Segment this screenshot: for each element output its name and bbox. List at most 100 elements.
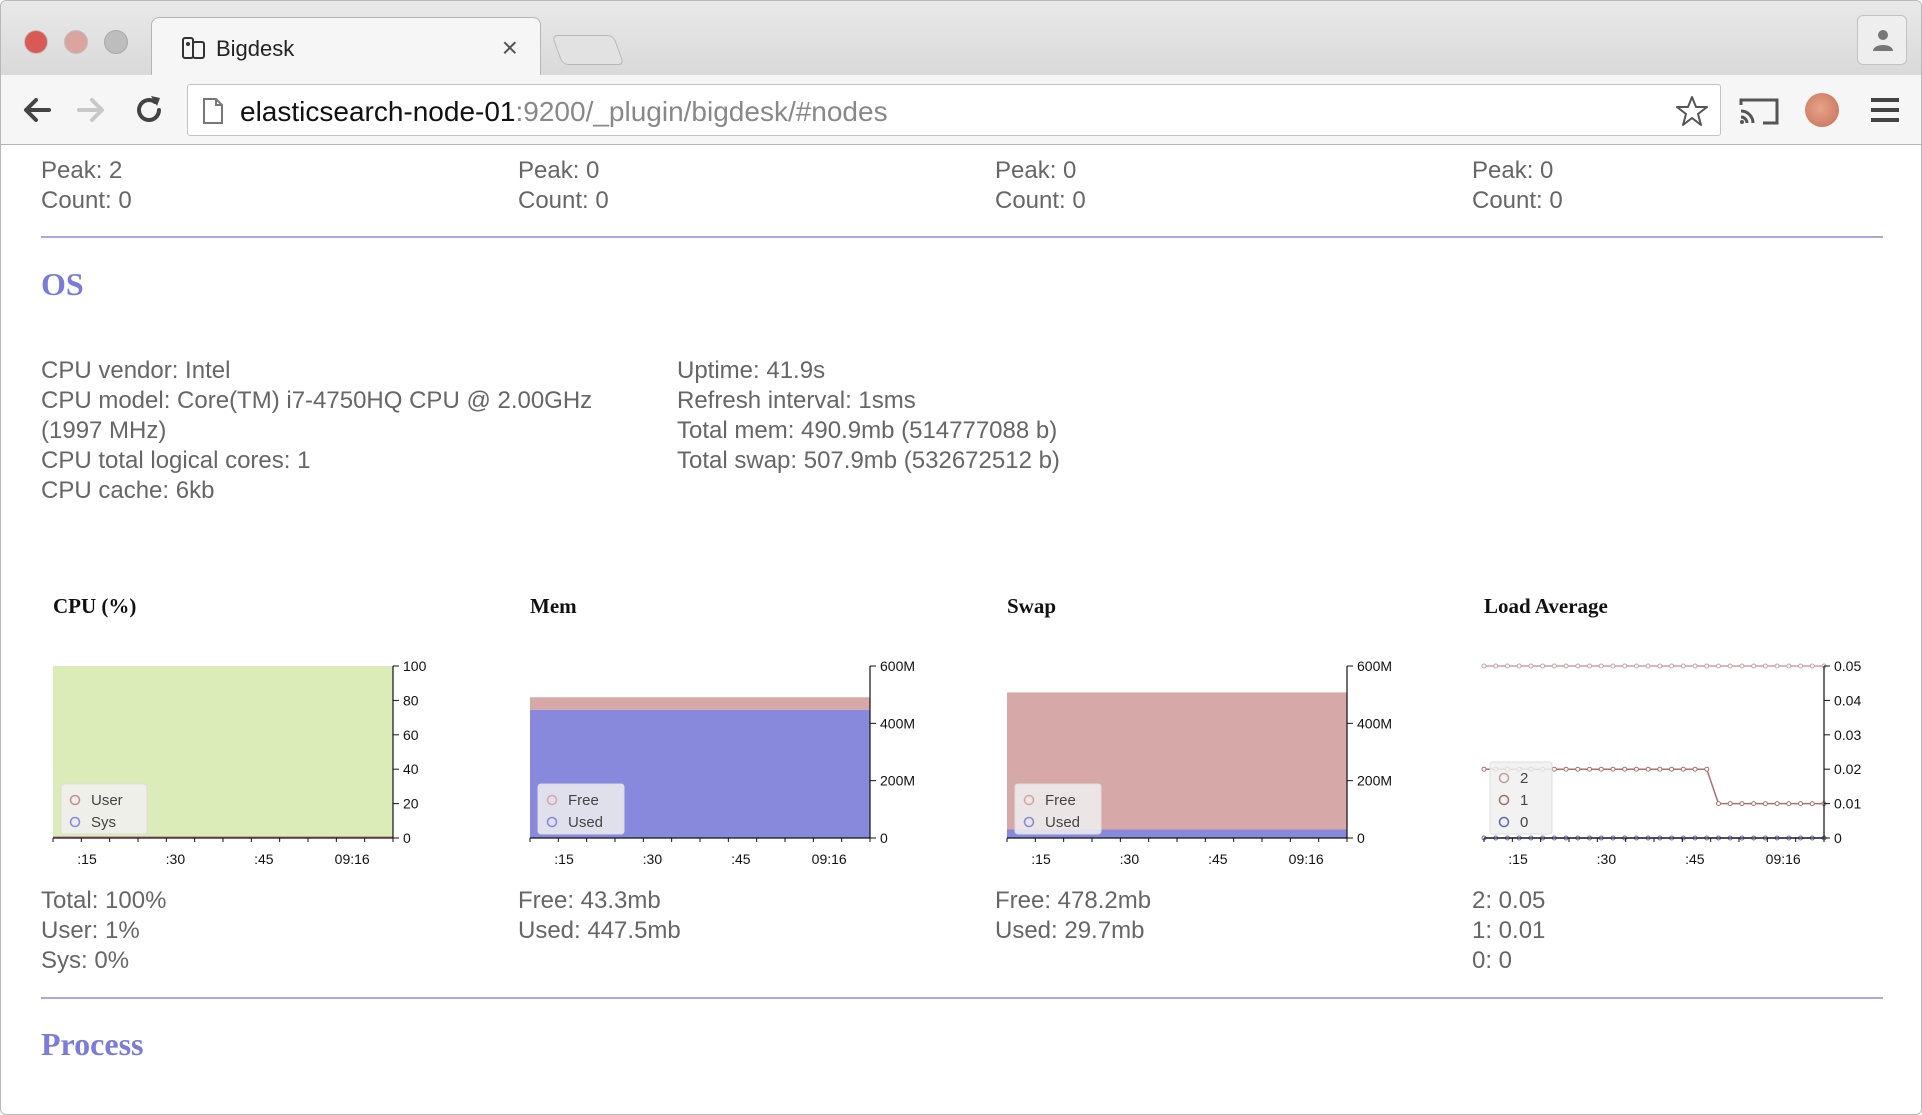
series-1-point — [1798, 801, 1804, 807]
y-tick-label: 600M — [880, 658, 915, 674]
series-2-point — [1633, 663, 1639, 669]
tab-bigdesk[interactable]: Bigdesk × — [151, 17, 541, 75]
reload-icon[interactable] — [131, 92, 167, 128]
legend-label: User — [91, 792, 123, 809]
series-1-point — [1774, 801, 1780, 807]
y-tick-label: 0.04 — [1834, 692, 1861, 708]
y-tick-label: 80 — [403, 692, 419, 708]
stat-line: Total: 100% — [41, 887, 167, 914]
series-2-point — [1786, 663, 1792, 669]
forward-arrow-icon[interactable] — [73, 92, 109, 128]
window-close-button[interactable] — [24, 30, 48, 54]
swap-stats: Free: 478.2mb Used: 29.7mb — [995, 886, 1151, 946]
peak-value: Peak: 0 — [518, 157, 600, 184]
series-1-point — [1704, 766, 1710, 772]
legend-label: Used — [1045, 814, 1080, 831]
series-2-point — [1657, 663, 1663, 669]
mem-chart-svg: 600M 400M 200M 0:15:30:45 09:16 Free Used — [529, 658, 915, 867]
window-maximize-button[interactable] — [104, 30, 128, 54]
series-free-area — [530, 697, 870, 710]
cast-icon[interactable] — [1739, 97, 1779, 125]
x-tick-label: :30 — [643, 851, 663, 867]
cpu-mhz: (1997 MHz) — [41, 417, 167, 444]
legend-label: Free — [568, 792, 599, 809]
url-host: elasticsearch-node-01 — [240, 96, 516, 127]
series-1-point — [1751, 801, 1757, 807]
mem-chart: Mem 600M 400M 200M 0:15:30:45 09:16 Free Used — [518, 594, 948, 867]
series-1-point — [1739, 801, 1745, 807]
y-tick-label: 200M — [880, 773, 915, 789]
bookmark-star-icon[interactable] — [1676, 95, 1708, 127]
series-2-point — [1540, 663, 1546, 669]
y-tick-label: 600M — [1357, 658, 1392, 674]
browser-window: Bigdesk × elasticsearch-node-01:9200/_pl… — [0, 0, 1922, 1115]
profile-button[interactable] — [1857, 15, 1907, 65]
y-tick-label: 0.05 — [1834, 658, 1861, 674]
tab-close-icon[interactable]: × — [502, 32, 518, 64]
threadpool-col-4: Peak: 0 Count: 0 — [1472, 156, 1563, 216]
back-arrow-icon[interactable] — [19, 92, 55, 128]
series-1-point — [1645, 766, 1651, 772]
x-tick-label: :30 — [1597, 851, 1617, 867]
process-section-title: Process — [41, 1026, 144, 1062]
series-2-point — [1739, 663, 1745, 669]
stat-line: Free: 478.2mb — [995, 887, 1152, 914]
series-1-point — [1563, 766, 1569, 772]
cpu-cores: CPU total logical cores: 1 — [41, 447, 311, 474]
series-1-point — [1633, 766, 1639, 772]
series-2-point — [1493, 663, 1499, 669]
load-average-chart-svg: 0.05 0.04 0.03 0.02 0.01 0:15:30:45 09:16 2 1 0 — [1481, 658, 1861, 867]
stat-line: Sys: 0% — [41, 947, 130, 974]
stat-line: User: 1% — [41, 917, 140, 944]
y-tick-label: 0 — [880, 830, 888, 846]
series-1-point — [1551, 766, 1557, 772]
threadpool-col-2: Peak: 0 Count: 0 — [518, 156, 609, 216]
peak-value: Peak: 2 — [41, 157, 123, 184]
series-1-point — [1727, 801, 1733, 807]
uptime: Uptime: 41.9s — [677, 357, 826, 384]
legend-label: Sys — [91, 814, 116, 831]
legend-label: 0 — [1520, 814, 1528, 831]
x-tick-label: 09:16 — [335, 851, 370, 867]
legend-label: Used — [568, 814, 603, 831]
series-2-point — [1809, 663, 1815, 669]
address-bar[interactable]: elasticsearch-node-01:9200/_plugin/bigde… — [187, 84, 1721, 136]
peak-value: Peak: 0 — [995, 157, 1077, 184]
series-1-point — [1692, 766, 1698, 772]
legend-label: 1 — [1520, 792, 1528, 809]
series-1-point — [1622, 766, 1628, 772]
browser-toolbar: elasticsearch-node-01:9200/_plugin/bigde… — [1, 75, 1921, 145]
swap-chart-svg: 600M 400M 200M 0:15:30:45 09:16 Free Used — [1006, 658, 1392, 867]
stat-line: 0: 0 — [1472, 947, 1513, 974]
series-2-point — [1610, 663, 1616, 669]
series-2-point — [1751, 663, 1757, 669]
y-tick-label: 400M — [1357, 715, 1392, 731]
url-text: elasticsearch-node-01:9200/_plugin/bigde… — [240, 96, 888, 128]
tab-strip: Bigdesk × — [1, 1, 1921, 75]
x-tick-label: :45 — [731, 851, 751, 867]
series-2-point — [1680, 663, 1686, 669]
x-tick-label: :30 — [1120, 851, 1140, 867]
series-1-point — [1762, 801, 1768, 807]
series-2-point — [1715, 663, 1721, 669]
x-tick-label: 09:16 — [812, 851, 847, 867]
legend-label: 2 — [1520, 770, 1528, 787]
cpu-vendor: CPU vendor: Intel — [41, 357, 231, 384]
extension-icon[interactable] — [1805, 93, 1839, 127]
new-tab-button[interactable] — [551, 35, 625, 65]
os-section-title: OS — [41, 266, 84, 302]
menu-hamburger-icon[interactable] — [1869, 95, 1901, 125]
swap-chart: Swap 600M 400M 200M 0:15:30:45 09:16 Free Used — [995, 594, 1425, 867]
series-2-point — [1692, 663, 1698, 669]
y-tick-label: 0.01 — [1834, 796, 1861, 812]
window-minimize-button[interactable] — [64, 30, 88, 54]
series-1-point — [1481, 766, 1487, 772]
series-2-point — [1622, 663, 1628, 669]
x-tick-label: :45 — [1685, 851, 1705, 867]
cpu-cache: CPU cache: 6kb — [41, 477, 215, 504]
cpu-chart: CPU (%) 100 80 60 40 20 0:15:30:45 09:16 User Sy… — [41, 594, 471, 867]
y-tick-label: 0.03 — [1834, 727, 1861, 743]
y-tick-label: 40 — [403, 761, 419, 777]
count-value: Count: 0 — [1472, 187, 1563, 214]
series-2-point — [1704, 663, 1710, 669]
